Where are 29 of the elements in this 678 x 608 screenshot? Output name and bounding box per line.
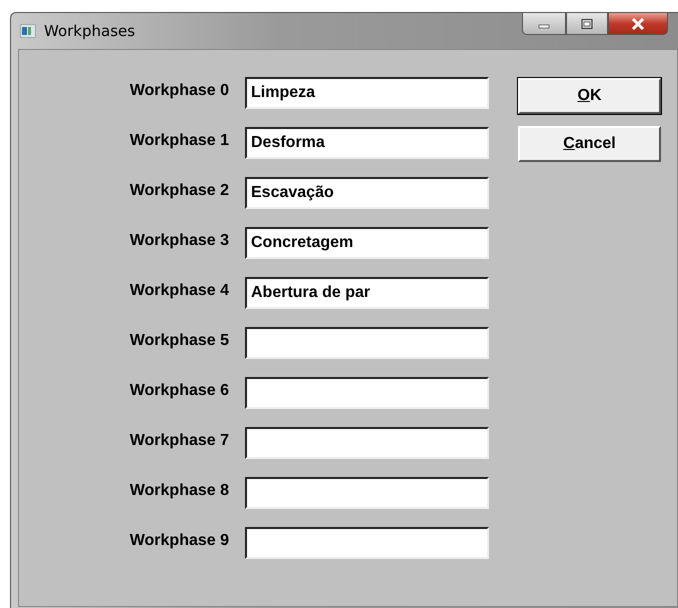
cancel-button[interactable]: Cancel — [518, 126, 661, 162]
minimize-button[interactable] — [522, 13, 566, 35]
app-icon — [20, 24, 36, 38]
text-field[interactable]: Desforma — [245, 127, 489, 159]
text-field[interactable]: Abertura de par — [245, 277, 489, 309]
text-field[interactable] — [245, 427, 489, 459]
window-title: Workphases — [44, 22, 136, 40]
ok-button[interactable]: OK — [518, 78, 661, 114]
field-label: Workphase 8 — [128, 481, 229, 501]
text-field[interactable] — [245, 477, 489, 509]
text-field[interactable] — [245, 327, 489, 359]
text-field[interactable] — [245, 377, 489, 409]
maximize-icon — [580, 18, 594, 30]
field-label: Workphase 7 — [128, 431, 229, 451]
text-field[interactable]: Limpeza — [245, 77, 489, 109]
field-label: Workphase 2 — [128, 181, 229, 201]
close-icon — [630, 16, 646, 30]
field-label: Workphase 4 — [128, 281, 229, 301]
text-field[interactable] — [245, 527, 489, 559]
text-field[interactable]: Concretagem — [245, 227, 489, 259]
field-label: Workphase 1 — [128, 131, 229, 151]
maximize-button[interactable] — [566, 13, 608, 35]
field-label: Workphase 0 — [128, 81, 229, 101]
field-label: Workphase 5 — [128, 331, 229, 351]
field-label: Workphase 6 — [128, 381, 229, 401]
close-button[interactable] — [608, 13, 668, 35]
field-label: Workphase 3 — [128, 231, 229, 251]
field-label: Workphase 9 — [128, 531, 229, 551]
text-field[interactable]: Escavação — [245, 177, 489, 209]
